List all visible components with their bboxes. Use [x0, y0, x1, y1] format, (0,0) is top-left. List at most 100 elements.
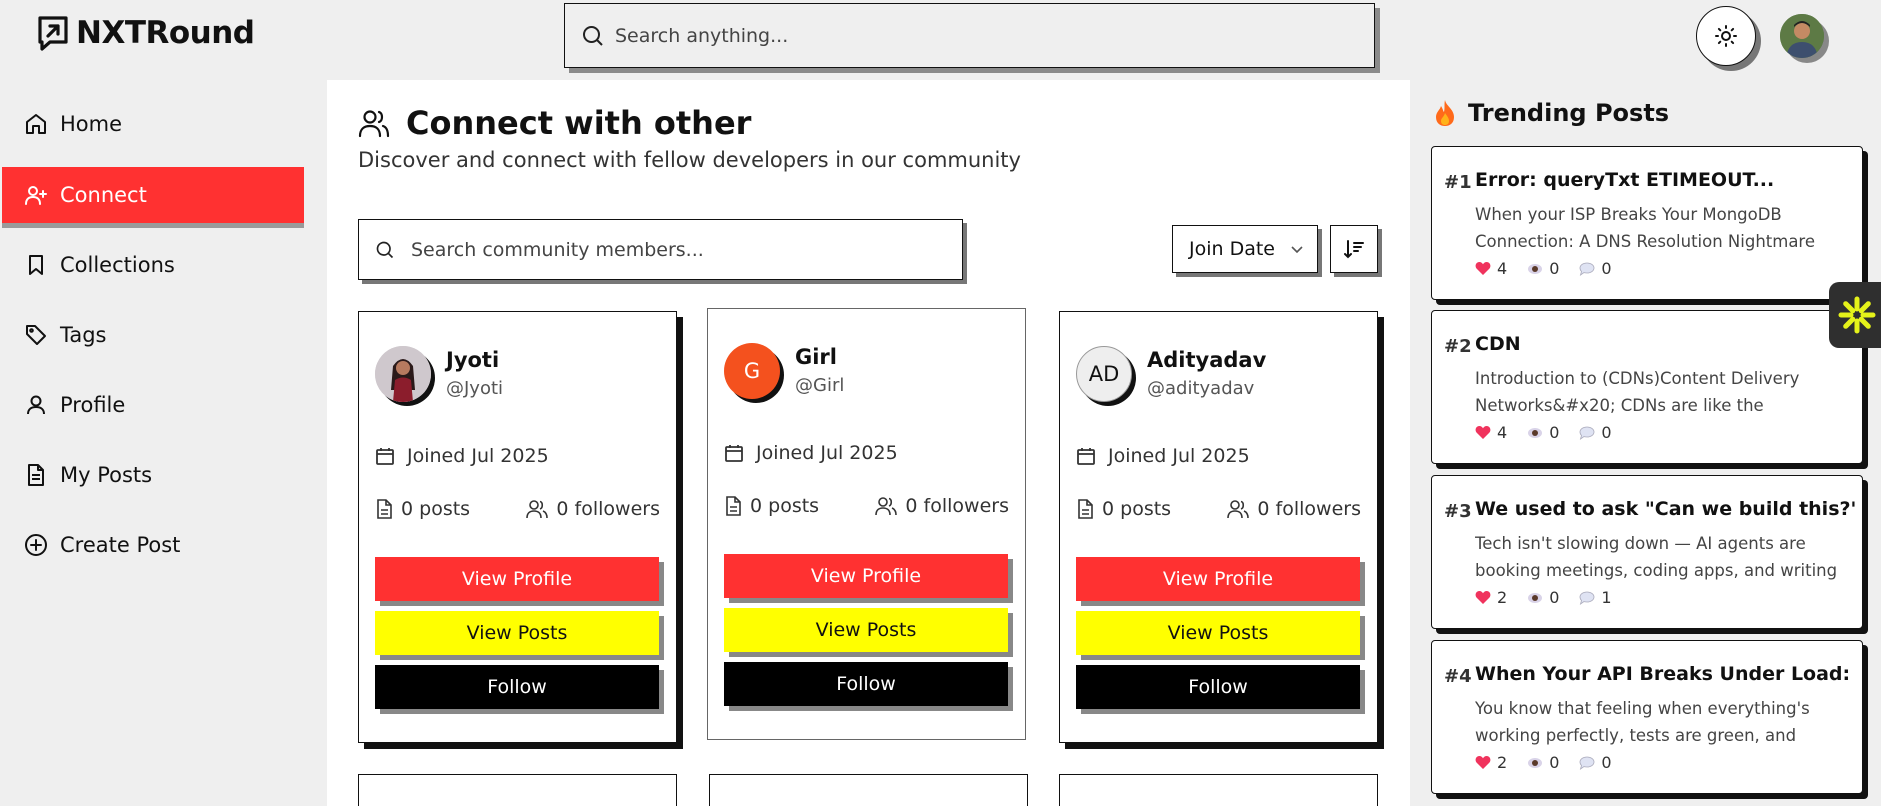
sort-select[interactable]: Join Date: [1172, 225, 1318, 273]
view-profile-button[interactable]: View Profile: [724, 554, 1008, 598]
member-avatar: [375, 346, 431, 402]
member-posts-text: 0 posts: [401, 498, 471, 520]
views-value: 0: [1549, 423, 1560, 442]
trending-post-excerpt: When your ISP Breaks Your MongoDB Connec…: [1475, 205, 1816, 251]
global-search-bar[interactable]: [564, 3, 1375, 68]
member-card-partial: [709, 774, 1028, 806]
chevron-down-icon: [1289, 241, 1305, 257]
arrow-up-right-icon: [36, 14, 70, 52]
assistant-widget-button[interactable]: [1829, 282, 1881, 348]
view-posts-button[interactable]: View Posts: [1076, 611, 1360, 655]
likes-count: 2: [1475, 588, 1507, 607]
theme-toggle-button[interactable]: [1696, 6, 1756, 66]
global-search-input[interactable]: [615, 24, 1315, 47]
trending-post-title: CDN: [1475, 333, 1521, 355]
eye-icon: [1527, 263, 1543, 275]
member-joined-text: Joined Jul 2025: [407, 445, 549, 467]
user-avatar[interactable]: [1780, 14, 1824, 58]
sidebar-item-collections[interactable]: Collections: [2, 237, 304, 293]
sidebar-item-label: Collections: [60, 253, 175, 277]
eye-icon: [1527, 427, 1543, 439]
fire-icon: [1434, 99, 1456, 127]
trending-title: Trending Posts: [1434, 99, 1669, 127]
trending-post-excerpt: Tech isn't slowing down — AI agents are …: [1475, 534, 1838, 580]
member-joined: Joined Jul 2025: [724, 442, 898, 464]
sidebar-item-tags[interactable]: Tags: [2, 307, 304, 363]
member-posts-count: 0 posts: [724, 495, 819, 517]
sort-order-button[interactable]: [1330, 225, 1378, 273]
sidebar-item-label: Home: [60, 112, 123, 136]
follow-button[interactable]: Follow: [1076, 665, 1360, 709]
trending-post-stats: 4 0 0: [1475, 423, 1612, 442]
trending-post-excerpt: Introduction to (CDNs)Content Delivery N…: [1475, 369, 1800, 415]
member-card: Jyoti @Jyoti Joined Jul 2025 0 posts 0 f…: [358, 311, 677, 743]
comments-value: 1: [1601, 588, 1612, 607]
trending-post-title: When Your API Breaks Under Load: A...: [1475, 663, 1855, 685]
users-icon: [526, 499, 549, 519]
page-title: Connect with other: [358, 104, 751, 142]
view-profile-button[interactable]: View Profile: [375, 557, 659, 601]
trending-post-excerpt: You know that feeling when everything's …: [1475, 699, 1810, 745]
follow-button[interactable]: Follow: [375, 665, 659, 709]
speech-bubble-icon: [1579, 591, 1595, 605]
comments-value: 0: [1601, 753, 1612, 772]
sun-icon: [1714, 24, 1738, 48]
heart-icon: [1475, 425, 1491, 440]
user-icon: [24, 393, 48, 417]
member-posts-text: 0 posts: [750, 495, 820, 517]
speech-bubble-icon: [1579, 426, 1595, 440]
sidebar-item-profile[interactable]: Profile: [2, 377, 304, 433]
sparkle-icon: [1837, 295, 1877, 335]
comments-count: 0: [1579, 259, 1612, 278]
member-card-partial: [358, 774, 677, 806]
trending-title-text: Trending Posts: [1468, 99, 1670, 127]
member-avatar-initials: AD: [1088, 362, 1120, 386]
heart-icon: [1475, 755, 1491, 770]
view-profile-button[interactable]: View Profile: [1076, 557, 1360, 601]
eye-icon: [1527, 757, 1543, 769]
views-value: 0: [1549, 753, 1560, 772]
comments-value: 0: [1601, 259, 1612, 278]
sidebar-item-home[interactable]: Home: [2, 96, 304, 152]
follow-button[interactable]: Follow: [724, 662, 1008, 706]
sidebar-item-connect[interactable]: Connect: [2, 167, 304, 223]
views-value: 0: [1549, 259, 1560, 278]
member-posts-count: 0 posts: [375, 498, 470, 520]
search-icon: [581, 24, 605, 48]
member-search-bar[interactable]: [358, 219, 963, 280]
calendar-icon: [724, 443, 744, 463]
member-stats: 0 posts 0 followers: [375, 498, 660, 520]
sidebar-item-label: Connect: [60, 183, 147, 207]
users-icon: [875, 496, 898, 516]
trending-post-stats: 4 0 0: [1475, 259, 1612, 278]
sidebar-item-my-posts[interactable]: My Posts: [2, 447, 304, 503]
views-count: 0: [1527, 753, 1559, 772]
trending-post-card[interactable]: #1 Error: queryTxt ETIMEOUT... When your…: [1431, 146, 1863, 300]
views-count: 0: [1527, 423, 1559, 442]
member-followers-count: 0 followers: [875, 495, 1009, 517]
member-search-input[interactable]: [411, 238, 911, 261]
member-avatar-initials: G: [743, 359, 761, 383]
speech-bubble-icon: [1579, 262, 1595, 276]
trending-post-card[interactable]: #2 CDN Introduction to (CDNs)Content Del…: [1431, 310, 1863, 464]
view-posts-button[interactable]: View Posts: [375, 611, 659, 655]
app-logo[interactable]: NXTRound: [36, 14, 255, 52]
member-avatar: G: [724, 343, 780, 399]
trending-rank: #4: [1444, 666, 1472, 687]
trending-post-card[interactable]: #4 When Your API Breaks Under Load: A...…: [1431, 640, 1863, 794]
trending-rank: #2: [1444, 336, 1472, 357]
member-followers-text: 0 followers: [905, 495, 1009, 517]
likes-count: 4: [1475, 259, 1507, 278]
member-avatar: AD: [1076, 346, 1132, 402]
sidebar-item-label: Create Post: [60, 533, 181, 557]
trending-post-stats: 2 0 1: [1475, 588, 1612, 607]
trending-post-card[interactable]: #3 We used to ask "Can we build this?" N…: [1431, 475, 1863, 629]
sidebar-item-create-post[interactable]: Create Post: [2, 517, 304, 573]
view-posts-button[interactable]: View Posts: [724, 608, 1008, 652]
likes-count: 2: [1475, 753, 1507, 772]
comments-count: 0: [1579, 753, 1612, 772]
views-value: 0: [1549, 588, 1560, 607]
member-handle: @adityadav: [1147, 378, 1255, 399]
member-followers-text: 0 followers: [556, 498, 660, 520]
main-content: Connect with other Discover and connect …: [327, 80, 1410, 806]
